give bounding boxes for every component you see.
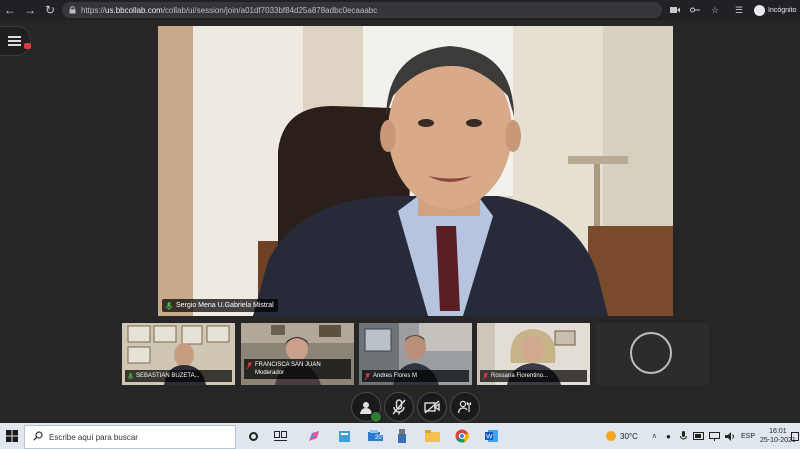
microphone-icon — [166, 301, 172, 310]
chrome-icon[interactable] — [454, 428, 470, 444]
speaker-video-image — [158, 26, 673, 316]
camera-off-icon — [424, 400, 440, 414]
address-bar[interactable]: https://us.bbcollab.com/collab/ui/sessio… — [62, 2, 662, 18]
cortana-icon[interactable] — [245, 428, 261, 444]
language-indicator[interactable]: ESP — [741, 423, 755, 449]
bookmark-star-icon[interactable]: ☆ — [711, 0, 719, 20]
battery-icon[interactable] — [693, 423, 705, 449]
notifications-icon[interactable] — [791, 423, 799, 449]
sticky-app-icon[interactable] — [336, 428, 352, 444]
profile-label: Incógnito — [768, 6, 797, 14]
incognito-profile[interactable]: Incógnito — [754, 0, 796, 20]
network-icon[interactable] — [709, 423, 720, 449]
raise-hand-icon — [457, 400, 472, 414]
url-host: us.bbcollab.com — [105, 5, 163, 15]
paint-app-icon[interactable] — [306, 428, 322, 444]
main-video: Sergio Mena U.Gabriela Mistral — [158, 26, 673, 316]
participant-name: FRANCISCA SAN JUAN — [255, 362, 321, 368]
downloads-app-icon[interactable]: 20 — [366, 428, 383, 444]
empty-participant-tile[interactable] — [596, 323, 709, 385]
app-badge-count: 20 — [374, 435, 383, 441]
status-ok-icon — [370, 411, 382, 423]
url-path: /collab/ui/session/join/a01df7033bf84d25… — [162, 5, 378, 15]
incognito-icon — [754, 4, 765, 16]
windows-start-button[interactable] — [4, 428, 20, 444]
clock-time: 16:01 — [769, 428, 787, 435]
participant-label: Andres Flores M — [362, 370, 469, 382]
participant-name: Rossana Fiorentino... — [491, 373, 549, 379]
forward-icon[interactable]: → — [20, 0, 40, 20]
participant-tile[interactable]: SEBASTIAN BUZETA... — [122, 323, 235, 385]
main-speaker-name: Sergio Mena U.Gabriela Mistral — [176, 302, 274, 309]
taskbar-search-box[interactable]: Escribe aquí para buscar — [24, 425, 236, 449]
microphone-toggle-button[interactable] — [384, 392, 414, 422]
search-icon — [33, 431, 43, 443]
mic-off-icon — [392, 399, 406, 415]
microphone-muted-icon — [483, 373, 488, 380]
people-icon[interactable]: ● — [666, 423, 671, 449]
url-prefix: https:// — [81, 5, 106, 15]
participant-name: Andres Flores M — [373, 373, 418, 379]
back-icon[interactable]: ← — [0, 0, 20, 20]
microphone-muted-icon — [365, 373, 370, 380]
participant-label: FRANCISCA SAN JUAN Moderador — [244, 359, 351, 379]
file-explorer-icon[interactable] — [424, 428, 440, 444]
svg-text:W: W — [486, 434, 493, 441]
volume-icon[interactable] — [725, 423, 736, 449]
microphone-tray-icon[interactable] — [680, 423, 687, 449]
chevron-up-icon[interactable]: ˄ — [652, 423, 657, 449]
task-view-icon[interactable] — [272, 428, 288, 444]
participant-role: Moderador — [255, 370, 285, 376]
participant-tile[interactable]: Andres Flores M — [359, 323, 472, 385]
notification-badge — [24, 43, 31, 49]
microphone-muted-icon — [247, 362, 252, 369]
word-app-icon[interactable]: W — [484, 428, 500, 444]
participant-label: SEBASTIAN BUZETA... — [125, 370, 232, 382]
menu-icon — [8, 36, 21, 38]
sun-icon — [606, 431, 616, 441]
avatar-placeholder-icon — [630, 332, 672, 374]
my-status-button[interactable] — [351, 392, 382, 423]
participant-tile[interactable]: Rossana Fiorentino... — [477, 323, 590, 385]
key-icon[interactable] — [690, 0, 700, 20]
windows-logo-icon — [6, 430, 18, 442]
microphone-icon — [128, 373, 133, 379]
participant-name: SEBASTIAN BUZETA... — [136, 373, 200, 379]
raise-hand-button[interactable] — [450, 392, 480, 422]
camera-blocked-icon[interactable] — [670, 0, 680, 20]
reading-list-icon[interactable]: ☰ — [735, 0, 743, 20]
weather-widget[interactable]: 30°C — [606, 423, 638, 449]
session-menu-button[interactable] — [0, 26, 31, 56]
weather-temp: 30°C — [620, 431, 638, 441]
usb-app-icon[interactable] — [394, 428, 410, 444]
participant-label: Rossana Fiorentino... — [480, 370, 587, 382]
participant-tile[interactable]: FRANCISCA SAN JUAN Moderador — [241, 323, 354, 385]
camera-toggle-button[interactable] — [417, 392, 447, 422]
search-placeholder: Escribe aquí para buscar — [49, 432, 138, 442]
reload-icon[interactable]: ↻ — [40, 0, 60, 20]
lock-icon — [68, 6, 76, 14]
main-speaker-label: Sergio Mena U.Gabriela Mistral — [162, 299, 278, 312]
